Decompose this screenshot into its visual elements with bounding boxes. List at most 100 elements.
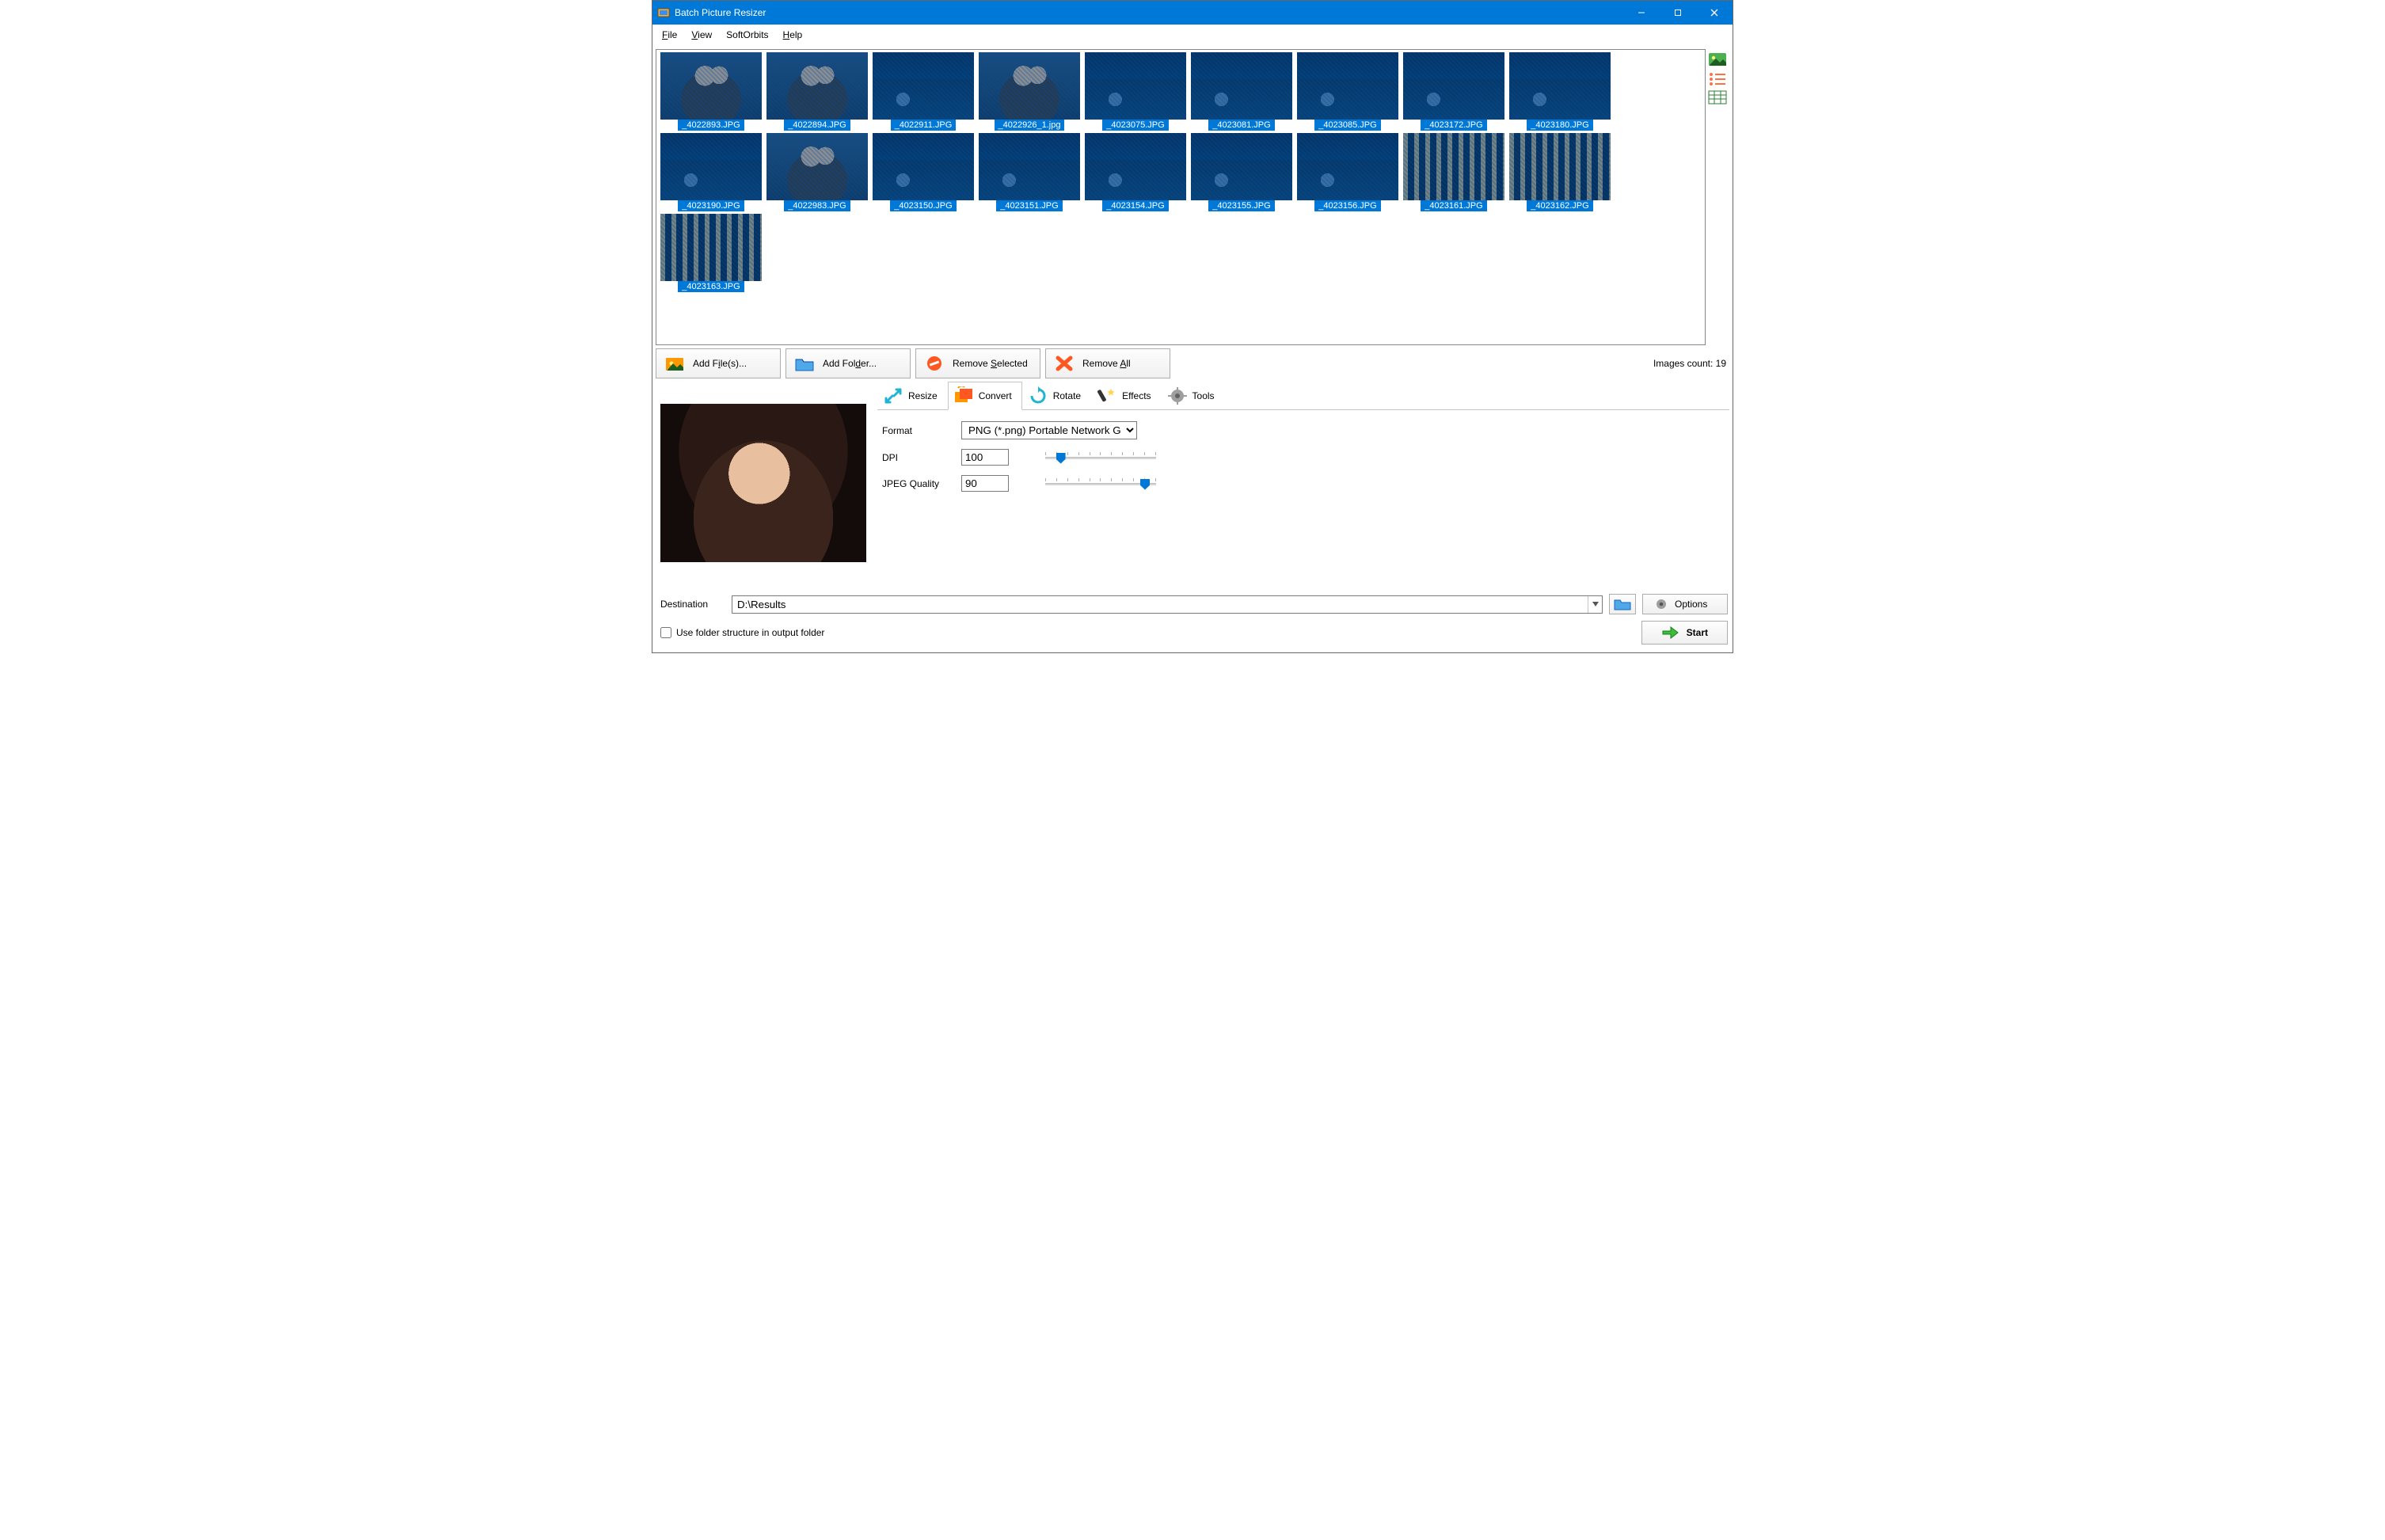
thumbnail[interactable]: _4023190.JPG — [660, 133, 763, 211]
destination-dropdown-icon[interactable] — [1588, 596, 1602, 613]
thumbnail-caption: _4023163.JPG — [678, 281, 744, 292]
view-mode-strip — [1706, 49, 1729, 345]
format-label: Format — [882, 425, 950, 436]
tools-icon — [1167, 386, 1188, 405]
thumbnail-image — [1297, 52, 1398, 120]
use-folder-structure-checkbox[interactable] — [660, 627, 671, 638]
action-toolbar: Add File(s)... Add Folder... Remove Sele… — [656, 345, 1729, 380]
tab-strip: Resize Convert Rotate Effects — [877, 382, 1729, 410]
close-button[interactable] — [1696, 1, 1733, 25]
tab-tools[interactable]: Tools — [1162, 382, 1225, 410]
menu-view[interactable]: View — [685, 26, 718, 44]
destination-combo[interactable] — [732, 595, 1603, 614]
thumbnail-caption: _4023151.JPG — [996, 200, 1062, 211]
thumbnail-image — [660, 214, 762, 281]
thumbnail-caption: _4023190.JPG — [678, 200, 744, 211]
thumbnail-image — [660, 52, 762, 120]
thumbnail[interactable]: _4022983.JPG — [766, 133, 869, 211]
start-label: Start — [1687, 627, 1708, 638]
dpi-slider[interactable] — [1045, 451, 1156, 465]
menu-help-label: elp — [789, 29, 802, 40]
remove-selected-label: Remove Selected — [953, 358, 1028, 369]
thumbnail-caption: _4023075.JPG — [1102, 120, 1168, 131]
jpeg-slider-thumb[interactable] — [1140, 479, 1150, 490]
tab-resize[interactable]: Resize — [877, 382, 948, 410]
destination-input[interactable] — [732, 596, 1588, 613]
thumbnail-caption: _4022893.JPG — [678, 120, 744, 131]
titlebar[interactable]: Batch Picture Resizer — [652, 1, 1733, 25]
tab-convert-label: Convert — [979, 390, 1012, 401]
thumbnail[interactable]: _4023150.JPG — [872, 133, 975, 211]
thumbnail-caption: _4022983.JPG — [784, 200, 850, 211]
add-files-button[interactable]: Add File(s)... — [656, 348, 781, 378]
start-icon — [1661, 626, 1679, 640]
thumbnail-image — [1403, 133, 1504, 200]
thumbnail[interactable]: _4023161.JPG — [1402, 133, 1505, 211]
thumbnail-caption: _4022911.JPG — [891, 120, 957, 131]
gear-icon — [1654, 597, 1668, 611]
thumbnail-caption: _4022926_1.jpg — [995, 120, 1065, 131]
thumbnail-caption: _4023155.JPG — [1208, 200, 1274, 211]
menu-softorbits-label: SoftOrbits — [726, 29, 768, 40]
menu-help[interactable]: Help — [777, 26, 809, 44]
start-button[interactable]: Start — [1641, 621, 1728, 645]
maximize-button[interactable] — [1660, 1, 1696, 25]
tab-area: Resize Convert Rotate Effects — [877, 382, 1729, 587]
remove-all-icon — [1054, 355, 1075, 372]
format-select[interactable]: PNG (*.png) Portable Network Graph — [961, 421, 1137, 439]
view-list-icon[interactable] — [1708, 71, 1727, 86]
thumbnail-image — [1191, 52, 1292, 120]
view-large-icon[interactable] — [1708, 52, 1727, 67]
thumbnail[interactable]: _4023085.JPG — [1296, 52, 1399, 131]
thumbnail[interactable]: _4023081.JPG — [1190, 52, 1293, 131]
thumbnail[interactable]: _4022894.JPG — [766, 52, 869, 131]
thumbnail[interactable]: _4023156.JPG — [1296, 133, 1399, 211]
add-folder-label: Add Folder... — [823, 358, 877, 369]
minimize-button[interactable] — [1623, 1, 1660, 25]
add-folder-button[interactable]: Add Folder... — [785, 348, 911, 378]
thumbnail-caption: _4023081.JPG — [1208, 120, 1274, 131]
menu-softorbits[interactable]: SoftOrbits — [720, 26, 774, 44]
thumbnail-image — [660, 133, 762, 200]
remove-selected-button[interactable]: Remove Selected — [915, 348, 1040, 378]
add-files-icon — [664, 355, 685, 372]
remove-all-button[interactable]: Remove All — [1045, 348, 1170, 378]
tab-rotate[interactable]: Rotate — [1022, 382, 1091, 410]
thumbnail[interactable]: _4023151.JPG — [978, 133, 1081, 211]
thumbnail-caption: _4023180.JPG — [1527, 120, 1592, 131]
destination-label: Destination — [657, 599, 725, 610]
tab-effects[interactable]: Effects — [1091, 382, 1161, 410]
thumbnail-caption: _4023156.JPG — [1314, 200, 1380, 211]
thumbnail-caption: _4023162.JPG — [1527, 200, 1592, 211]
thumbnail-image — [1085, 52, 1186, 120]
menu-file[interactable]: Fdocument.currentScript.previousElementS… — [656, 26, 683, 44]
thumbnail-caption: _4023150.JPG — [890, 200, 956, 211]
tab-resize-label: Resize — [908, 390, 938, 401]
thumbnail[interactable]: _4022926_1.jpg — [978, 52, 1081, 131]
thumbnail[interactable]: _4023075.JPG — [1084, 52, 1187, 131]
preview-panel — [656, 382, 871, 587]
remove-all-label: Remove All — [1082, 358, 1131, 369]
thumbnail-image — [1085, 133, 1186, 200]
thumbnail[interactable]: _4023180.JPG — [1508, 52, 1611, 131]
jpeg-slider[interactable] — [1045, 477, 1156, 491]
effects-icon — [1097, 386, 1117, 405]
thumbnail-panel[interactable]: _4022893.JPG _4022894.JPG _4022911.JPG _402… — [656, 49, 1706, 345]
thumbnail[interactable]: _4023162.JPG — [1508, 133, 1611, 211]
jpeg-label: JPEG Quality — [882, 478, 950, 489]
dpi-input[interactable] — [961, 449, 1009, 466]
browse-destination-button[interactable] — [1609, 594, 1636, 614]
options-button[interactable]: Options — [1642, 594, 1728, 614]
options-label: Options — [1675, 599, 1707, 610]
jpeg-input[interactable] — [961, 475, 1009, 492]
tab-convert[interactable]: Convert — [948, 382, 1022, 410]
thumbnail[interactable]: _4022911.JPG — [872, 52, 975, 131]
view-details-icon[interactable] — [1708, 90, 1727, 105]
thumbnail[interactable]: _4023154.JPG — [1084, 133, 1187, 211]
thumbnail[interactable]: _4023155.JPG — [1190, 133, 1293, 211]
resize-icon — [883, 386, 903, 405]
thumbnail[interactable]: _4023172.JPG — [1402, 52, 1505, 131]
thumbnail[interactable]: _4023163.JPG — [660, 214, 763, 292]
thumbnail[interactable]: _4022893.JPG — [660, 52, 763, 131]
dpi-slider-thumb[interactable] — [1056, 453, 1066, 464]
